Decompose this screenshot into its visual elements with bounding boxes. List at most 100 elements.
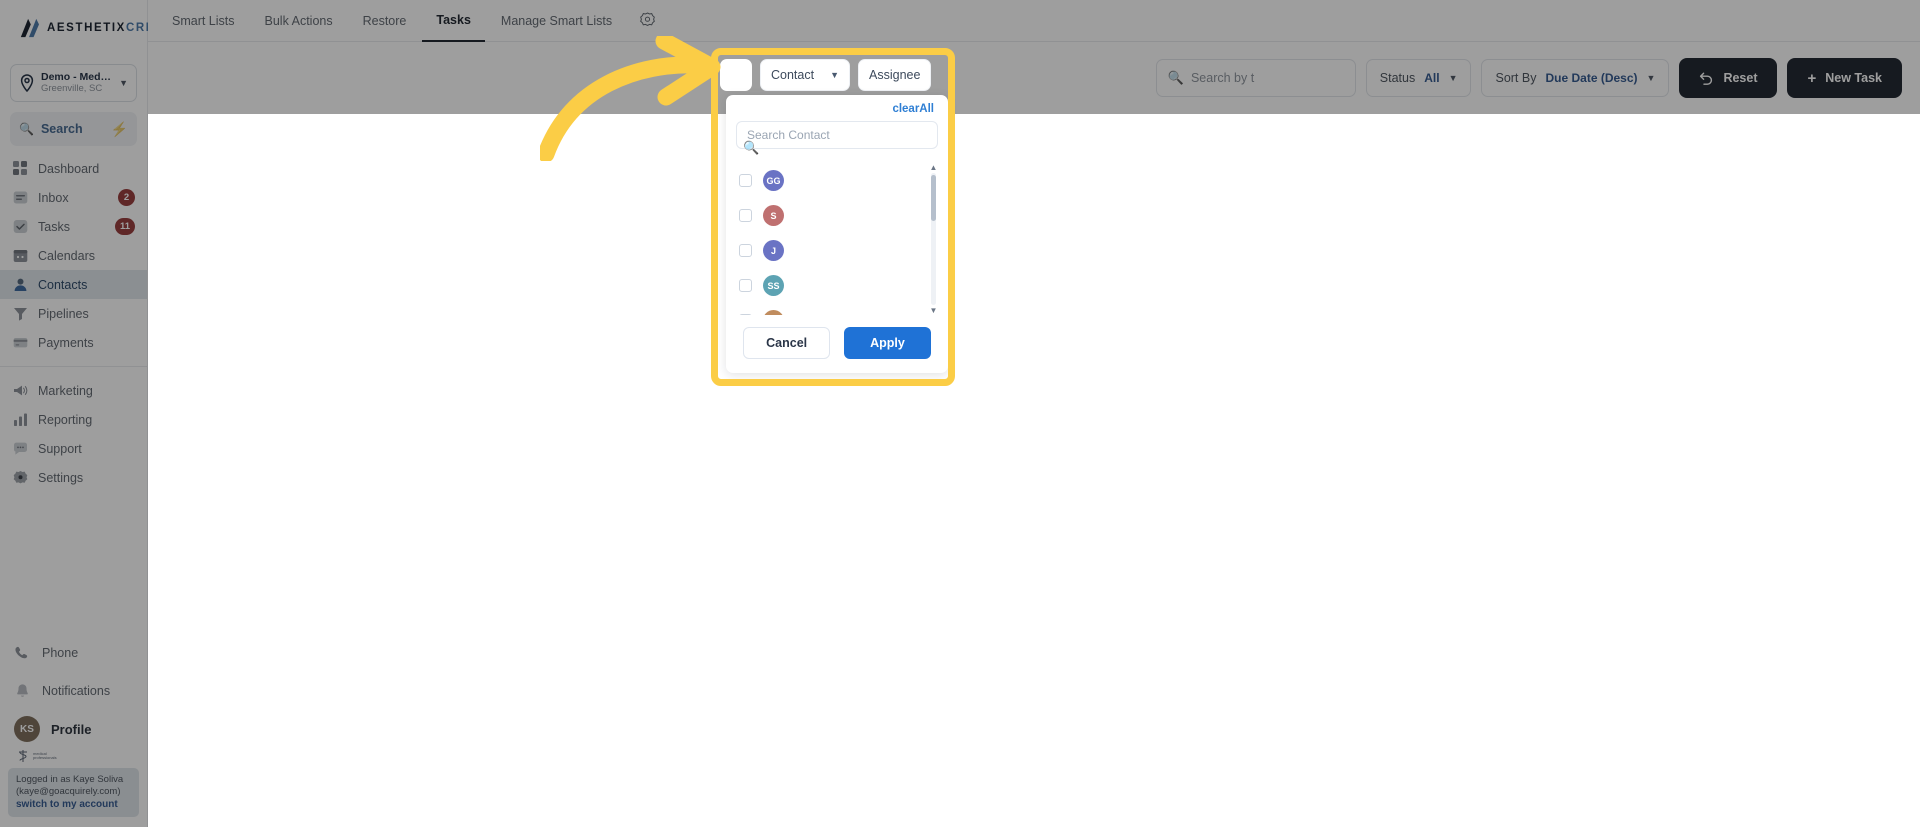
sidebar-item-marketing[interactable]: Marketing <box>0 376 147 405</box>
chevron-down-icon: ▼ <box>830 70 840 80</box>
list-item[interactable]: U <box>736 303 938 315</box>
sidebar-item-payments[interactable]: Payments <box>0 328 147 357</box>
sidebar: AESTHETIXCRM Demo - Med Spa Greenville, … <box>0 0 155 827</box>
search-icon: 🔍 <box>1167 70 1184 85</box>
contact-dropdown-label: Contact <box>771 68 815 82</box>
list-item[interactable]: S <box>736 198 938 233</box>
apply-button[interactable]: Apply <box>844 327 931 359</box>
option-checkbox[interactable] <box>739 174 752 187</box>
clear-all-link[interactable]: clearAll <box>736 101 938 121</box>
tab-bulk-actions[interactable]: Bulk Actions <box>251 0 347 42</box>
sidebar-item-label: Settings <box>38 470 84 485</box>
sidebar-item-support[interactable]: Support <box>0 434 147 463</box>
avatar: U <box>763 310 784 315</box>
sidebar-item-label: Notifications <box>42 684 111 698</box>
caduceus-icon <box>19 750 27 762</box>
contact-dropdown[interactable]: Contact ▼ <box>760 59 851 91</box>
sidebar-item-dashboard[interactable]: Dashboard <box>0 154 147 183</box>
sidebar-item-calendars[interactable]: Calendars <box>0 241 147 270</box>
modal-left-blank <box>720 59 752 91</box>
sidebar-item-label: Support <box>38 441 82 456</box>
status-filter-label: Status <box>1379 71 1416 85</box>
sort-by-value: Due Date (Desc) <box>1545 71 1638 85</box>
option-checkbox[interactable] <box>739 314 752 315</box>
inbox-icon <box>12 189 29 206</box>
logged-in-line2: (kaye@goacquirely.com) <box>16 786 121 797</box>
location-name: Demo - Med Spa <box>41 71 113 83</box>
option-checkbox[interactable] <box>739 244 752 257</box>
location-switcher[interactable]: Demo - Med Spa Greenville, SC ▼ <box>10 64 137 102</box>
contact-list-scrollbar[interactable]: ▲ ▼ <box>929 163 938 315</box>
sidebar-item-label: Contacts <box>38 277 88 292</box>
filter-toolbar: 🔍 Search by t Status All ▼ Sort By Due D… <box>148 42 1920 114</box>
sidebar-item-pipelines[interactable]: Pipelines <box>0 299 147 328</box>
scroll-down-icon[interactable]: ▼ <box>929 306 938 315</box>
scrollbar-thumb[interactable] <box>931 175 936 221</box>
sidebar-item-label: Reporting <box>38 412 93 427</box>
sidebar-item-label: Profile <box>51 721 92 737</box>
sidebar-item-profile[interactable]: KS Profile <box>0 710 147 748</box>
contact-select-panel: clearAll Search Contact 🔍 GG SJ SS U ▲ ▼ Ca… <box>726 95 948 373</box>
plus-icon: + <box>1807 69 1817 87</box>
app-logo: AESTHETIXCRM <box>0 0 155 56</box>
switch-account-link[interactable]: switch to my account <box>16 798 131 811</box>
megaphone-icon <box>12 382 29 399</box>
tab-smart-lists[interactable]: Smart Lists <box>158 0 249 42</box>
tab-tasks[interactable]: Tasks <box>422 0 485 42</box>
sidebar-item-label: Phone <box>42 646 79 660</box>
nav-divider <box>0 366 147 367</box>
pipelines-icon <box>12 305 29 322</box>
new-task-button[interactable]: + New Task <box>1787 58 1902 98</box>
contact-search-input[interactable]: Search Contact 🔍 <box>736 121 938 155</box>
avatar: SS <box>763 275 784 296</box>
sidebar-search-label: Search <box>40 122 83 136</box>
support-icon <box>12 440 29 457</box>
bell-icon <box>14 683 31 700</box>
sidebar-item-inbox[interactable]: Inbox 2 <box>0 183 147 212</box>
sidebar-item-phone[interactable]: Phone <box>0 634 147 672</box>
sidebar-item-contacts[interactable]: Contacts <box>0 270 147 299</box>
option-checkbox[interactable] <box>739 279 752 292</box>
sidebar-nav-primary: Dashboard Inbox 2 Tasks 11 Calendars Con… <box>0 154 147 492</box>
chevron-down-icon: ▼ <box>119 78 128 88</box>
sidebar-search[interactable]: 🔍 Search ⚡ <box>10 112 137 146</box>
sidebar-item-notifications[interactable]: Notifications <box>0 672 147 710</box>
option-checkbox[interactable] <box>739 209 752 222</box>
status-filter[interactable]: Status All ▼ <box>1365 59 1472 97</box>
chevron-down-icon: ▼ <box>1448 73 1458 83</box>
cancel-button[interactable]: Cancel <box>743 327 831 359</box>
contact-search-placeholder: Search Contact <box>747 128 830 142</box>
search-icon: 🔍 <box>743 140 760 155</box>
list-item[interactable]: SS <box>736 268 938 303</box>
sidebar-item-settings[interactable]: Settings <box>0 463 147 492</box>
sidebar-item-label: Dashboard <box>38 161 100 176</box>
avatar: GG <box>763 170 784 191</box>
sidebar-nav-bottom: Phone Notifications KS Profile medical pr… <box>0 634 147 827</box>
sidebar-item-reporting[interactable]: Reporting <box>0 405 147 434</box>
tab-manage-smart-lists[interactable]: Manage Smart Lists <box>487 0 626 42</box>
avatar: J <box>763 240 784 261</box>
gear-icon <box>12 469 29 486</box>
payments-icon <box>12 334 29 351</box>
contact-option-list[interactable]: GG SJ SS U ▲ ▼ <box>736 163 938 315</box>
calendar-icon <box>12 247 29 264</box>
lightning-icon: ⚡ <box>110 120 128 137</box>
tab-restore[interactable]: Restore <box>349 0 421 42</box>
search-input[interactable]: 🔍 Search by t <box>1155 59 1356 97</box>
settings-gear-icon[interactable] <box>628 11 667 30</box>
scroll-up-icon[interactable]: ▲ <box>929 163 938 172</box>
contacts-icon <box>12 276 29 293</box>
sort-by-filter[interactable]: Sort By Due Date (Desc) ▼ <box>1481 59 1670 97</box>
contact-filter-modal: Contact ▼ Assignee clearAll Search Conta… <box>718 55 948 379</box>
assignee-dropdown[interactable]: Assignee <box>858 59 932 91</box>
brand-text: AESTHETIXCRM <box>47 22 157 34</box>
list-item[interactable]: J <box>736 233 938 268</box>
list-item[interactable]: GG <box>736 163 938 198</box>
sidebar-item-tasks[interactable]: Tasks 11 <box>0 212 147 241</box>
search-icon: 🔍 <box>19 122 34 136</box>
sidebar-item-label: Payments <box>38 335 94 350</box>
tasks-icon <box>12 218 29 235</box>
reset-button[interactable]: Reset <box>1679 58 1778 98</box>
modal-dropdown-row: Contact ▼ Assignee <box>718 55 948 95</box>
location-sub: Greenville, SC <box>41 83 103 94</box>
